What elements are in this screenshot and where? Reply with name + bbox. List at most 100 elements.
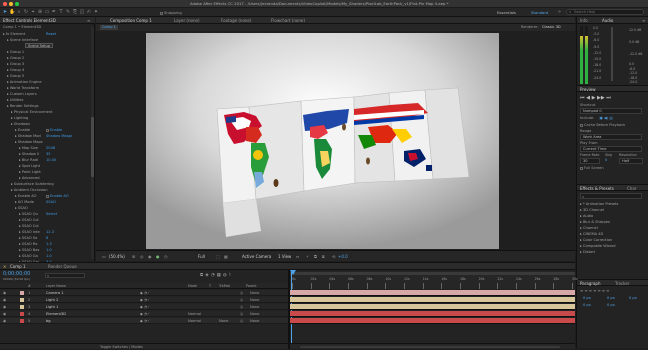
visibility-eye-icon[interactable]: ◉ [3, 318, 6, 324]
show-channel-icon[interactable]: ● [156, 254, 160, 259]
view-layout-dropdown[interactable]: 1 View [278, 254, 291, 259]
pan-behind-tool-icon[interactable]: ⊕ [37, 9, 43, 15]
rotate-tool-icon[interactable]: ↻ [23, 9, 29, 15]
workspace-standard[interactable]: Standard [531, 10, 548, 15]
toggle-switches-modes[interactable]: Toggle Switches / Modes [100, 344, 143, 350]
disclosure-triangle-icon[interactable]: ▸ [3, 32, 5, 36]
hand-tool-icon[interactable]: ✋ [9, 9, 15, 15]
layer-parent-dropdown[interactable]: None [250, 318, 259, 324]
full-screen-toggle[interactable]: Full Screen [580, 166, 604, 170]
indent-first-value[interactable]: 0 px [629, 296, 637, 300]
resolution-dropdown-preview[interactable]: Half [619, 158, 643, 164]
work-area-bar[interactable] [290, 272, 575, 275]
panel-menu-icon[interactable]: ≡ [87, 17, 90, 24]
disclosure-triangle-icon[interactable]: ▸ [19, 236, 21, 240]
disclosure-triangle-icon[interactable]: ▸ [19, 230, 21, 234]
property-value[interactable]: Enable AO [50, 194, 69, 198]
disclosure-triangle-icon[interactable]: ▸ [15, 134, 17, 138]
tab-render-queue[interactable]: Render Queue [48, 263, 77, 270]
close-tab-icon[interactable]: × [3, 264, 6, 269]
time-ruler[interactable]: 0s 02s 04s 06s 08s 10s 12s 14s 16s 18s 20s 22s 24s 26… [290, 270, 578, 289]
range-dropdown[interactable]: Work Area [580, 134, 642, 140]
layer-label-color-swatch[interactable] [20, 291, 24, 295]
full-screen-checkbox[interactable] [580, 166, 583, 170]
property-value[interactable]: 1.3 [46, 242, 52, 246]
timeline-search-field[interactable]: ⌕ [45, 273, 85, 278]
audio-panel-menu-icon[interactable]: ≡ [642, 17, 645, 24]
tab-effect-controls[interactable]: Effect Controls Element3D [3, 17, 56, 24]
frame-rate-dropdown[interactable]: 30 [580, 158, 600, 164]
eraser-tool-icon[interactable]: ◫ [79, 9, 85, 15]
enable-checkbox[interactable] [46, 128, 49, 132]
reset-exposure-icon[interactable]: ⟲ [332, 254, 335, 259]
disclosure-triangle-icon[interactable]: ▸ [15, 128, 17, 132]
next-frame-icon[interactable]: ▶▶ [597, 95, 605, 101]
layer-switches-icon[interactable]: ◆ ◔ ⁄ [140, 297, 149, 303]
graph-editor-icon[interactable]: ⌇ [229, 273, 233, 278]
brush-tool-icon[interactable]: ✎ [65, 9, 71, 15]
tab-footage[interactable]: Footage (none) [221, 17, 251, 24]
layer-switches-icon[interactable]: ◆ ◔ ⁄ [140, 311, 149, 317]
tab-flowchart[interactable]: Flowchart (none) [271, 17, 305, 24]
property-value[interactable]: Shadow Mappi [46, 134, 72, 138]
layer-trkmat-dropdown[interactable]: None [219, 318, 228, 324]
disclosure-triangle-icon[interactable]: ▸ [7, 98, 9, 102]
layer-parent-dropdown[interactable]: None [250, 304, 259, 310]
snapping-checkbox[interactable] [160, 11, 163, 15]
pen-tool-icon[interactable]: ✒ [51, 9, 57, 15]
disclosure-triangle-icon[interactable]: ▸ [7, 50, 9, 54]
layer-switches-icon[interactable]: ◆ ◔ ⁄ [140, 304, 149, 310]
include-audio-icon[interactable]: ◀) [604, 116, 608, 120]
play-from-dropdown[interactable]: Current Time [580, 146, 642, 152]
property-value[interactable]: 35 [46, 152, 51, 156]
search-help-input[interactable] [574, 10, 642, 14]
layer-parent-dropdown[interactable]: None [250, 297, 259, 303]
parent-pickwhip-icon[interactable]: ◎ [240, 318, 243, 324]
disclosure-triangle-icon[interactable]: ▸ [7, 86, 9, 90]
zoom-window-button[interactable] [15, 2, 19, 6]
layer-row[interactable]: ◉ 3 Light 1 ◆ ◔ ⁄ ◎ None [0, 304, 288, 310]
type-tool-icon[interactable]: T [58, 9, 64, 15]
layer-duration-bar[interactable] [290, 304, 575, 310]
disclosure-triangle-icon[interactable]: ▸ [19, 212, 21, 216]
disclosure-triangle-icon[interactable]: ▸ [15, 194, 17, 198]
property-value[interactable]: Reset [46, 32, 56, 36]
disclosure-triangle-icon[interactable]: ▸ [19, 242, 21, 246]
parent-pickwhip-icon[interactable]: ◎ [240, 290, 243, 296]
flowchart-icon[interactable]: ⧈ [322, 254, 325, 259]
disclosure-triangle-icon[interactable]: ▸ [19, 152, 21, 156]
preview-fit-icon[interactable]: ▭ [102, 254, 106, 259]
timeline-icon[interactable]: ⧉ [314, 254, 317, 259]
disclosure-triangle-icon[interactable]: ▸ [19, 164, 21, 168]
disclosure-triangle-icon[interactable]: ▸ [15, 206, 17, 210]
tab-audio[interactable]: Audio [602, 17, 613, 24]
last-frame-icon[interactable]: ⏭ [606, 95, 611, 101]
disclosure-triangle-icon[interactable]: ▸ [11, 110, 13, 114]
layer-name[interactable]: Light 2 [46, 297, 58, 303]
disclosure-triangle-icon[interactable]: ▸ [15, 140, 17, 144]
justify-all-icon[interactable]: ≡ [606, 288, 610, 293]
parent-pickwhip-icon[interactable]: ◎ [240, 297, 243, 303]
disclosure-triangle-icon[interactable]: ▸ [19, 176, 21, 180]
camera-view-dropdown[interactable]: Active Camera [242, 254, 271, 259]
parent-pickwhip-icon[interactable]: ◎ [240, 311, 243, 317]
disclosure-triangle-icon[interactable]: ▸ [19, 224, 21, 228]
resolution-dropdown[interactable]: Full [198, 254, 205, 259]
comp-tab-comp1[interactable]: Comp 1 [100, 25, 118, 30]
property-value[interactable]: 2048 [46, 146, 55, 150]
layer-switches-icon[interactable]: ◆ ◔ ⁄ [140, 290, 149, 296]
tab-effects-presets[interactable]: Effects & Presets [580, 185, 614, 192]
scrollbar-thumb[interactable] [91, 117, 94, 177]
tab-character[interactable]: Char [627, 185, 636, 192]
visibility-eye-icon[interactable]: ◉ [3, 311, 6, 317]
visibility-eye-icon[interactable]: ◉ [3, 290, 6, 296]
disclosure-triangle-icon[interactable]: ▸ [19, 170, 21, 174]
indent-right-value[interactable]: 0 px [607, 296, 615, 300]
parent-pickwhip-icon[interactable]: ◎ [240, 304, 243, 310]
disclosure-triangle-icon[interactable]: ▸ [19, 254, 21, 258]
snapshot-icon[interactable]: ◉ [148, 254, 152, 259]
disclosure-triangle-icon[interactable]: ▸ [19, 158, 21, 162]
cache-before-playback[interactable]: Cache Before Playback [580, 123, 625, 127]
play-icon[interactable]: ▶ [592, 95, 596, 101]
property-value[interactable]: Select [46, 212, 57, 216]
